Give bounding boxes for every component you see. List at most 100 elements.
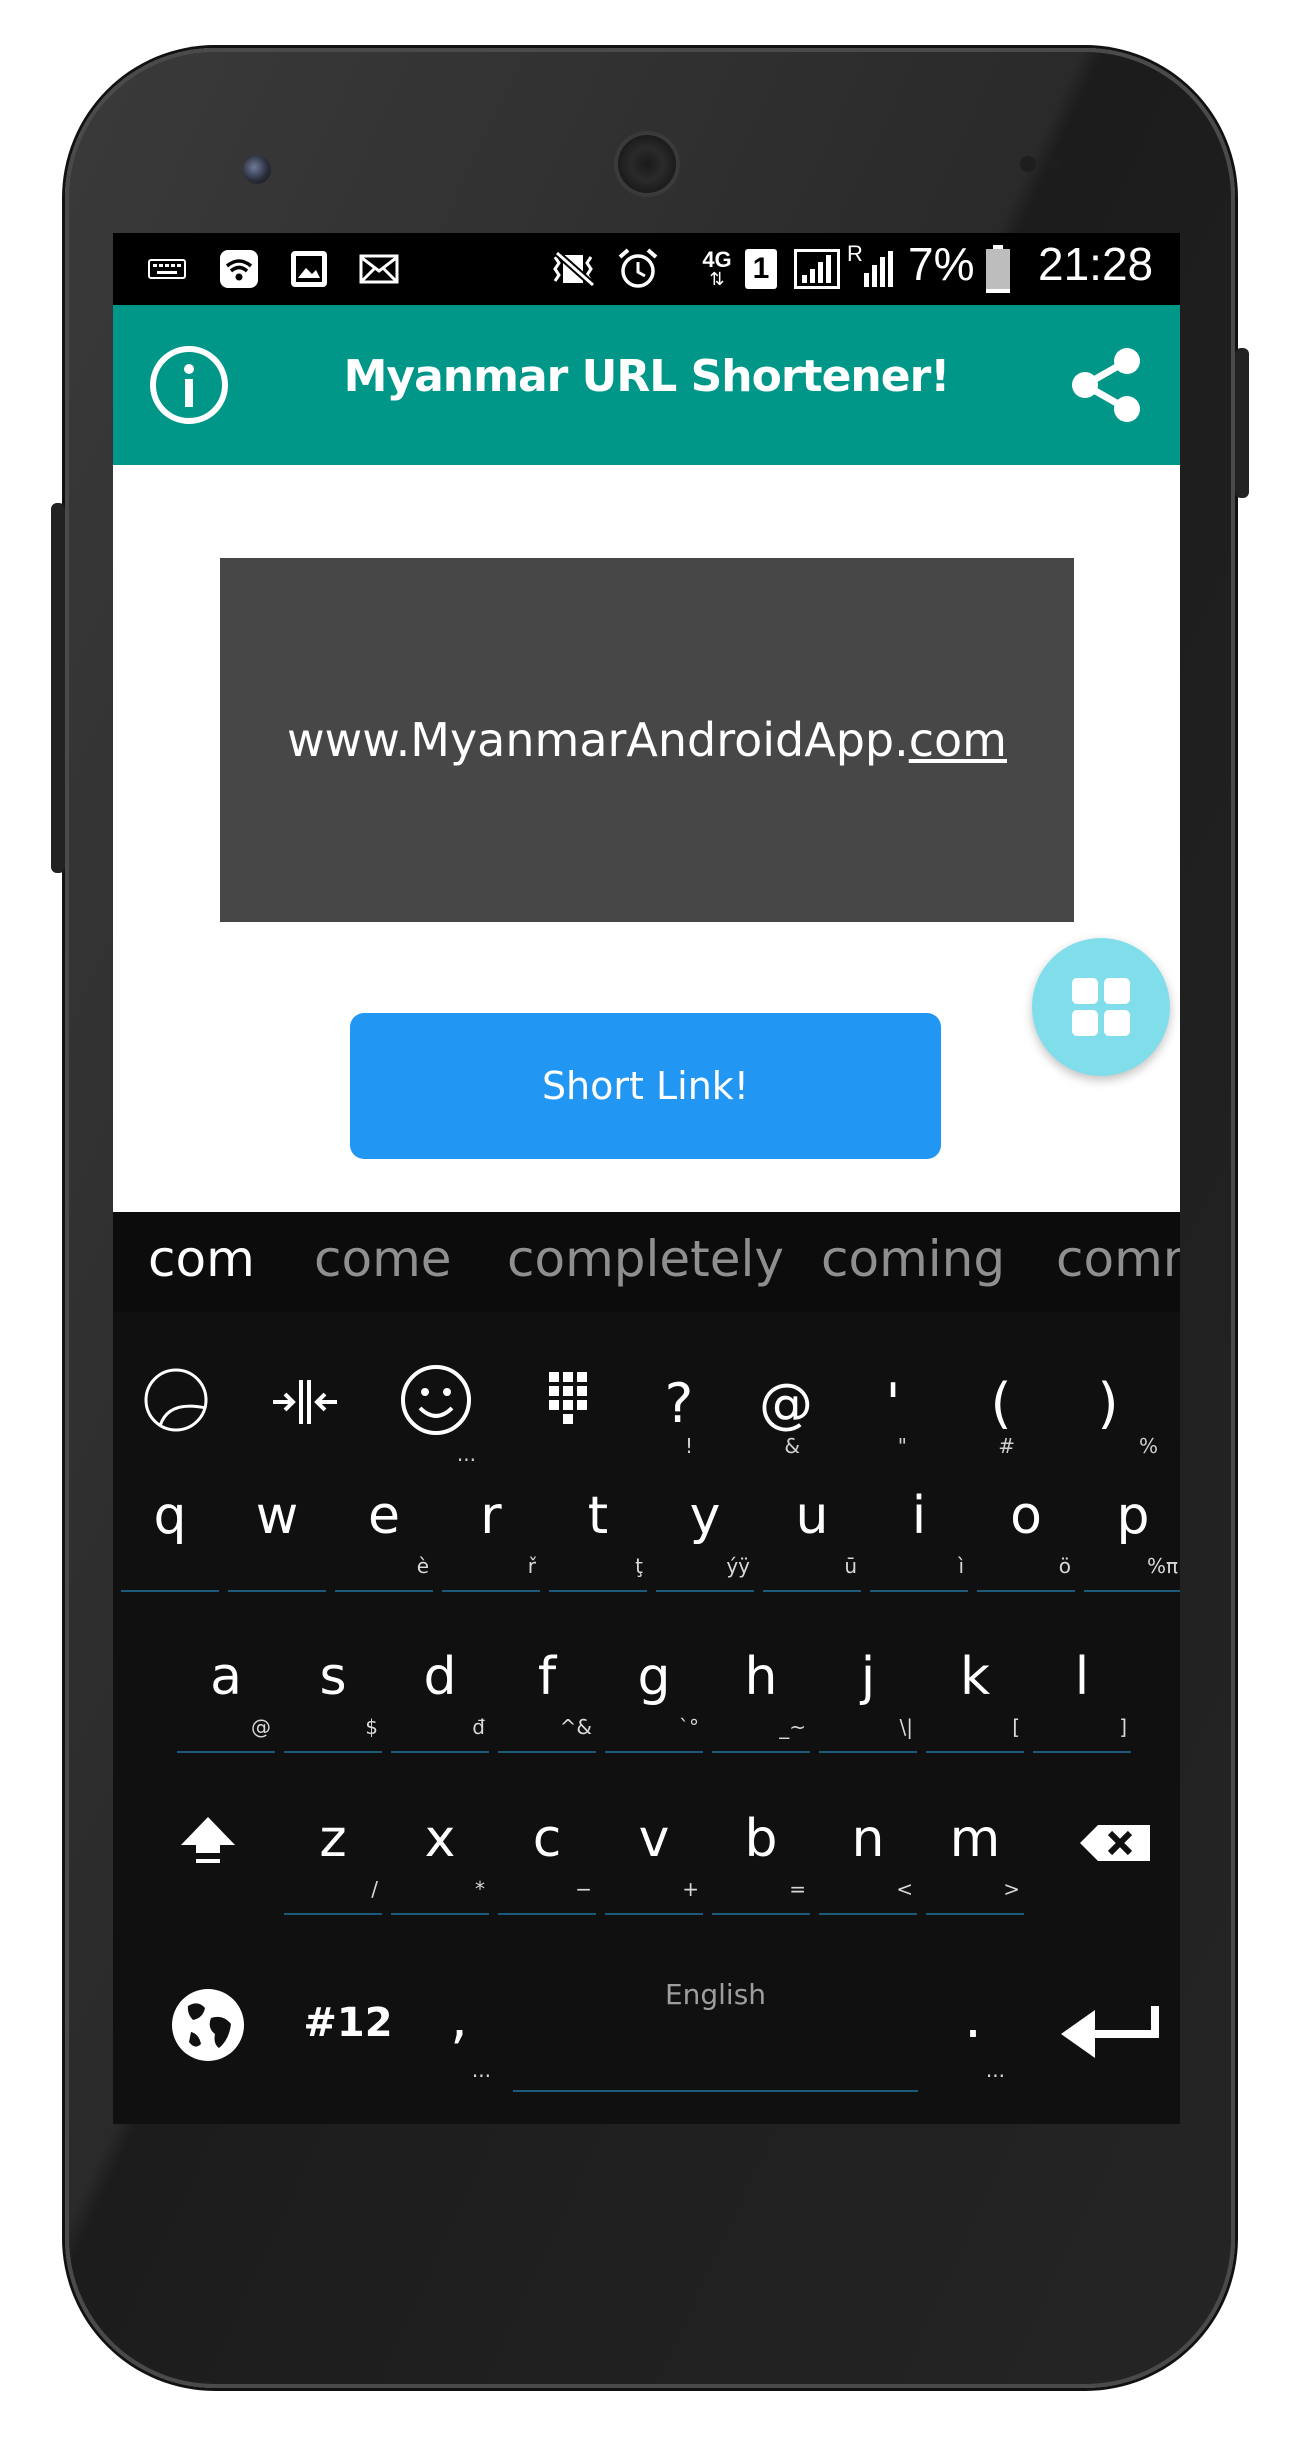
key-label: e: [368, 1486, 400, 1546]
key-underline: [605, 1913, 703, 1915]
key-w[interactable]: w: [224, 1444, 330, 1598]
key-label: c: [532, 1809, 562, 1869]
key-underline: [819, 1913, 917, 1915]
sim-1-icon: 1: [743, 247, 779, 291]
space-key-underline: [513, 2090, 918, 2092]
key-alt-label: %π: [1146, 1554, 1178, 1578]
key-underline: [391, 1751, 489, 1753]
key-v[interactable]: v +: [601, 1767, 707, 1921]
key-o[interactable]: oö: [973, 1444, 1079, 1598]
key-l[interactable]: l]: [1029, 1605, 1135, 1759]
key-f[interactable]: f ^&: [494, 1605, 600, 1759]
key-label: n: [851, 1809, 885, 1869]
key-x[interactable]: x *: [387, 1767, 493, 1921]
key-k[interactable]: k[: [922, 1605, 1028, 1759]
key-label: h: [744, 1647, 778, 1707]
suggestion-item[interactable]: comm: [1056, 1230, 1180, 1288]
key-u[interactable]: uū: [759, 1444, 865, 1598]
key-underline: [1033, 1751, 1131, 1753]
key-a[interactable]: a @: [173, 1605, 279, 1759]
language-key[interactable]: [143, 1948, 273, 2102]
short-link-button[interactable]: Short Link!: [350, 1013, 941, 1159]
comma-key[interactable]: , ...: [409, 1948, 509, 2102]
key-n[interactable]: n <: [815, 1767, 921, 1921]
battery-percent: 7%: [908, 238, 975, 290]
key-label: x: [424, 1809, 456, 1869]
key-c[interactable]: c −: [494, 1767, 600, 1921]
key-underline: [819, 1751, 917, 1753]
key-label: m: [949, 1809, 1001, 1869]
key-h[interactable]: h _~: [708, 1605, 814, 1759]
suggestion-item[interactable]: com: [148, 1230, 255, 1288]
menu-fab[interactable]: [1032, 938, 1170, 1076]
key-s[interactable]: s $: [280, 1605, 386, 1759]
symbol-key-label: @: [759, 1372, 813, 1435]
mail-icon: [357, 247, 401, 291]
key-underline: [712, 1913, 810, 1915]
key-label: b: [744, 1809, 778, 1869]
app-bar: Myanmar URL Shortener!: [113, 305, 1180, 465]
data-arrows-icon: ⇅: [709, 269, 725, 290]
keyboard: com come completely coming comm ... ?: [113, 1212, 1180, 2124]
key-t[interactable]: tţ: [545, 1444, 651, 1598]
share-icon: [1072, 348, 1140, 422]
key-b[interactable]: b =: [708, 1767, 814, 1921]
key-i[interactable]: iì: [866, 1444, 972, 1598]
url-display[interactable]: www.MyanmarAndroidApp. com: [220, 558, 1074, 922]
key-alt-label: −: [575, 1877, 592, 1901]
url-prefix: www.MyanmarAndroidApp.: [286, 713, 909, 767]
key-alt-label: ýÿ: [726, 1554, 750, 1578]
vibrate-off-icon: [543, 247, 603, 291]
key-r[interactable]: rř: [438, 1444, 544, 1598]
suggestion-item[interactable]: coming: [821, 1230, 1005, 1288]
roaming-label: R: [847, 241, 863, 266]
key-m[interactable]: m >: [922, 1767, 1028, 1921]
enter-key[interactable]: [1043, 1948, 1173, 2102]
key-alt-label: ţ: [635, 1554, 643, 1578]
earpiece-speaker: [618, 135, 676, 193]
space-key-label: English: [664, 1978, 767, 2011]
key-z[interactable]: z /: [280, 1767, 386, 1921]
key-label: i: [911, 1486, 927, 1546]
clock: 21:28: [1038, 238, 1154, 290]
key-underline: [284, 1913, 382, 1915]
key-underline: [177, 1751, 275, 1753]
shift-icon: [181, 1817, 235, 1863]
key-underline: [926, 1751, 1024, 1753]
suggestion-bar: com come completely coming comm: [113, 1212, 1180, 1312]
key-y[interactable]: y ýÿ: [652, 1444, 758, 1598]
key-p[interactable]: p %π: [1080, 1444, 1180, 1598]
key-d[interactable]: dđ: [387, 1605, 493, 1759]
key-alt-label: *: [475, 1877, 485, 1901]
key-underline: [926, 1913, 1024, 1915]
4g-icon: 4G ⇅: [697, 247, 737, 291]
key-underline: [656, 1590, 754, 1592]
front-camera: [243, 156, 271, 184]
url-link[interactable]: com: [909, 713, 1007, 767]
key-label: w: [255, 1486, 299, 1546]
suggestion-item[interactable]: completely: [507, 1230, 784, 1288]
backspace-key[interactable]: [1048, 1767, 1178, 1921]
space-key[interactable]: English: [513, 1972, 918, 2102]
key-label: q: [153, 1486, 187, 1546]
sticker-icon: [144, 1368, 208, 1432]
sim-label: 1: [745, 249, 777, 289]
key-g[interactable]: g `°: [601, 1605, 707, 1759]
key-underline: [442, 1590, 540, 1592]
share-button[interactable]: [1065, 343, 1149, 427]
key-label: s: [319, 1647, 347, 1707]
proximity-sensor: [1020, 156, 1036, 172]
key-alt-label: ì: [958, 1554, 964, 1578]
globe-icon: [172, 1989, 244, 2061]
key-label: r: [480, 1486, 502, 1546]
suggestion-item[interactable]: come: [314, 1230, 452, 1288]
period-key[interactable]: . ...: [923, 1948, 1023, 2102]
roaming-signal-icon: R: [847, 241, 895, 291]
numbers-key[interactable]: #12: [278, 1948, 418, 2102]
key-e[interactable]: eè: [331, 1444, 437, 1598]
shift-key[interactable]: [143, 1767, 273, 1921]
key-q[interactable]: q: [117, 1444, 223, 1598]
key-underline: [870, 1590, 968, 1592]
key-j[interactable]: j \|: [815, 1605, 921, 1759]
key-label: y: [689, 1486, 721, 1546]
